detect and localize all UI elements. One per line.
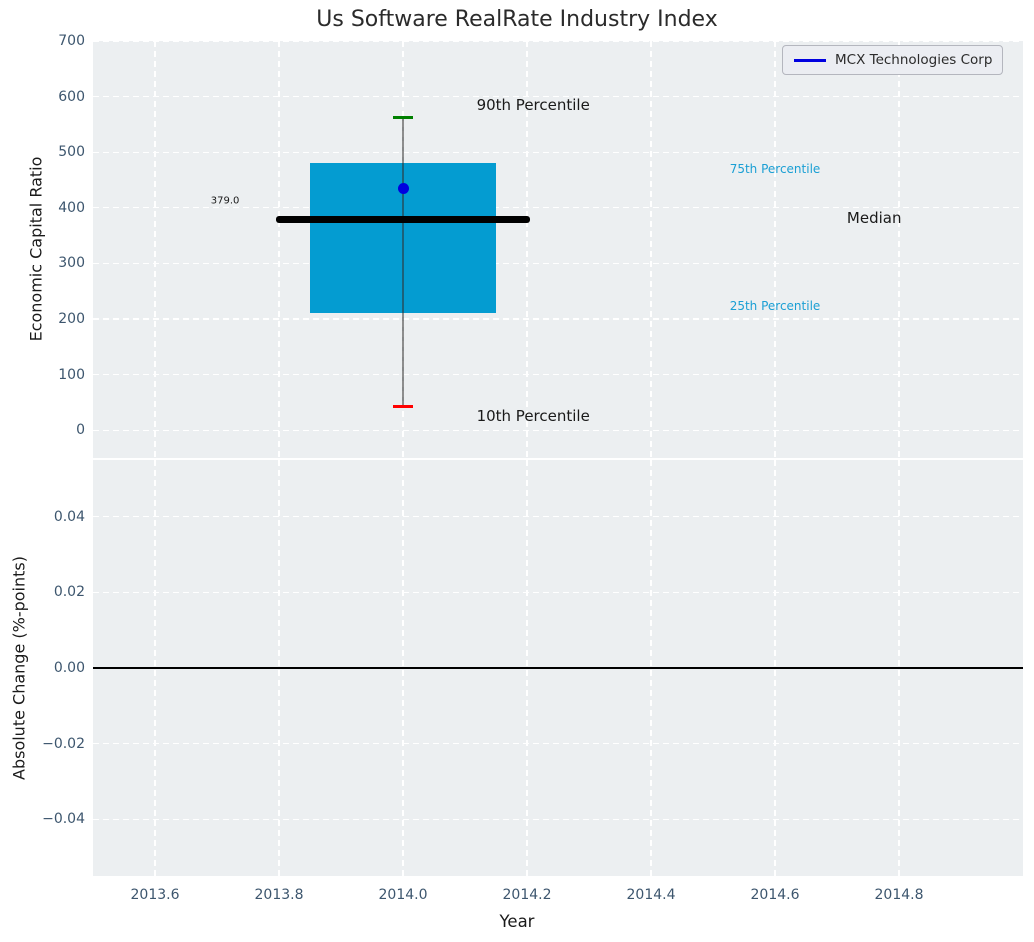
gridline-v	[774, 41, 776, 458]
y-tick-label: 0.02	[53, 584, 85, 601]
boxplot-whisker	[402, 117, 404, 407]
y-tick-label: 700	[58, 33, 85, 49]
gridline-h	[93, 516, 1023, 518]
boxplot-median-line	[275, 215, 531, 223]
y-tick-label: 0	[76, 422, 85, 439]
x-tick-label: 2014.0	[378, 887, 428, 903]
gridline-v	[278, 41, 280, 458]
x-tick-label: 2013.8	[254, 887, 304, 903]
x-tick-label: 2013.6	[130, 887, 180, 903]
x-tick-label: 2014.8	[874, 887, 924, 903]
legend-label: MCX Technologies Corp	[835, 52, 993, 68]
gridline-h	[93, 41, 1023, 42]
x-axis-label-year: Year	[499, 912, 535, 931]
gridline-h	[93, 262, 1023, 265]
legend-line-swatch	[794, 58, 826, 62]
x-tick-label: 2014.4	[626, 887, 676, 903]
panel-economic-capital-ratio: 90th Percentile 75th Percentile Median 25th…	[93, 41, 1023, 458]
y-tick-label: 0.04	[53, 508, 85, 525]
boxplot-cap-10th	[393, 404, 413, 408]
y-tick-label: 600	[58, 88, 85, 105]
gridline-h	[93, 429, 1023, 431]
annotation-75th-percentile: 75th Percentile	[729, 161, 821, 176]
annotation-10th-percentile: 10th Percentile	[476, 406, 590, 425]
gridline-v	[650, 41, 652, 458]
legend: MCX Technologies Corp	[782, 45, 1004, 75]
boxplot-cap-90th	[393, 115, 413, 119]
annotation-379-0: 379.0	[210, 195, 240, 207]
y-tick-label: −0.02	[42, 735, 85, 752]
annotation-median: Median	[846, 209, 902, 228]
figure: Us Software RealRate Industry Index 90th…	[0, 0, 1034, 942]
y-tick-label: 500	[58, 144, 85, 161]
panel-absolute-change	[93, 460, 1023, 876]
y-tick-label: 0.00	[53, 660, 85, 676]
gridline-h	[93, 318, 1023, 320]
y-tick-label: −0.04	[42, 811, 85, 828]
y-tick-label: 400	[58, 199, 85, 216]
zero-reference-line	[93, 667, 1023, 669]
gridline-h	[93, 818, 1023, 820]
gridline-h	[93, 742, 1023, 745]
gridline-h	[93, 151, 1023, 153]
mcx-data-point	[397, 182, 409, 194]
x-tick-label: 2014.2	[502, 887, 552, 903]
gridline-v	[154, 41, 156, 458]
gridline-v	[898, 41, 900, 458]
gridline-h	[93, 373, 1023, 376]
annotation-90th-percentile: 90th Percentile	[476, 96, 590, 115]
y-tick-label: 200	[58, 311, 85, 327]
y-tick-label: 300	[58, 255, 85, 272]
x-tick-label: 2014.6	[750, 887, 800, 903]
gridline-h	[93, 207, 1023, 209]
y-tick-label: 100	[58, 366, 85, 383]
chart-title: Us Software RealRate Industry Index	[316, 7, 718, 32]
annotation-25th-percentile: 25th Percentile	[729, 298, 821, 313]
gridline-h	[93, 591, 1023, 594]
